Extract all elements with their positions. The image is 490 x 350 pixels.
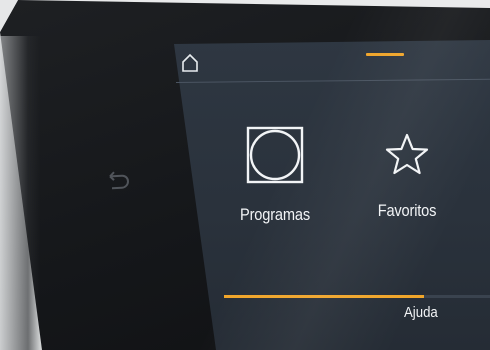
programs-icon [220,124,330,191]
page-indicator [366,53,404,56]
progress-fill [224,295,424,298]
programs-tile[interactable]: Programas [220,124,330,225]
home-icon[interactable] [181,53,199,73]
back-arrow-icon[interactable] [101,169,133,197]
bezel-shade [0,36,40,350]
favorites-label: Favoritos [377,201,437,220]
help-button[interactable]: Ajuda [404,304,438,321]
favorites-tile[interactable]: Favoritos [362,132,452,221]
programs-label: Programas [240,205,310,224]
star-icon [362,132,452,183]
